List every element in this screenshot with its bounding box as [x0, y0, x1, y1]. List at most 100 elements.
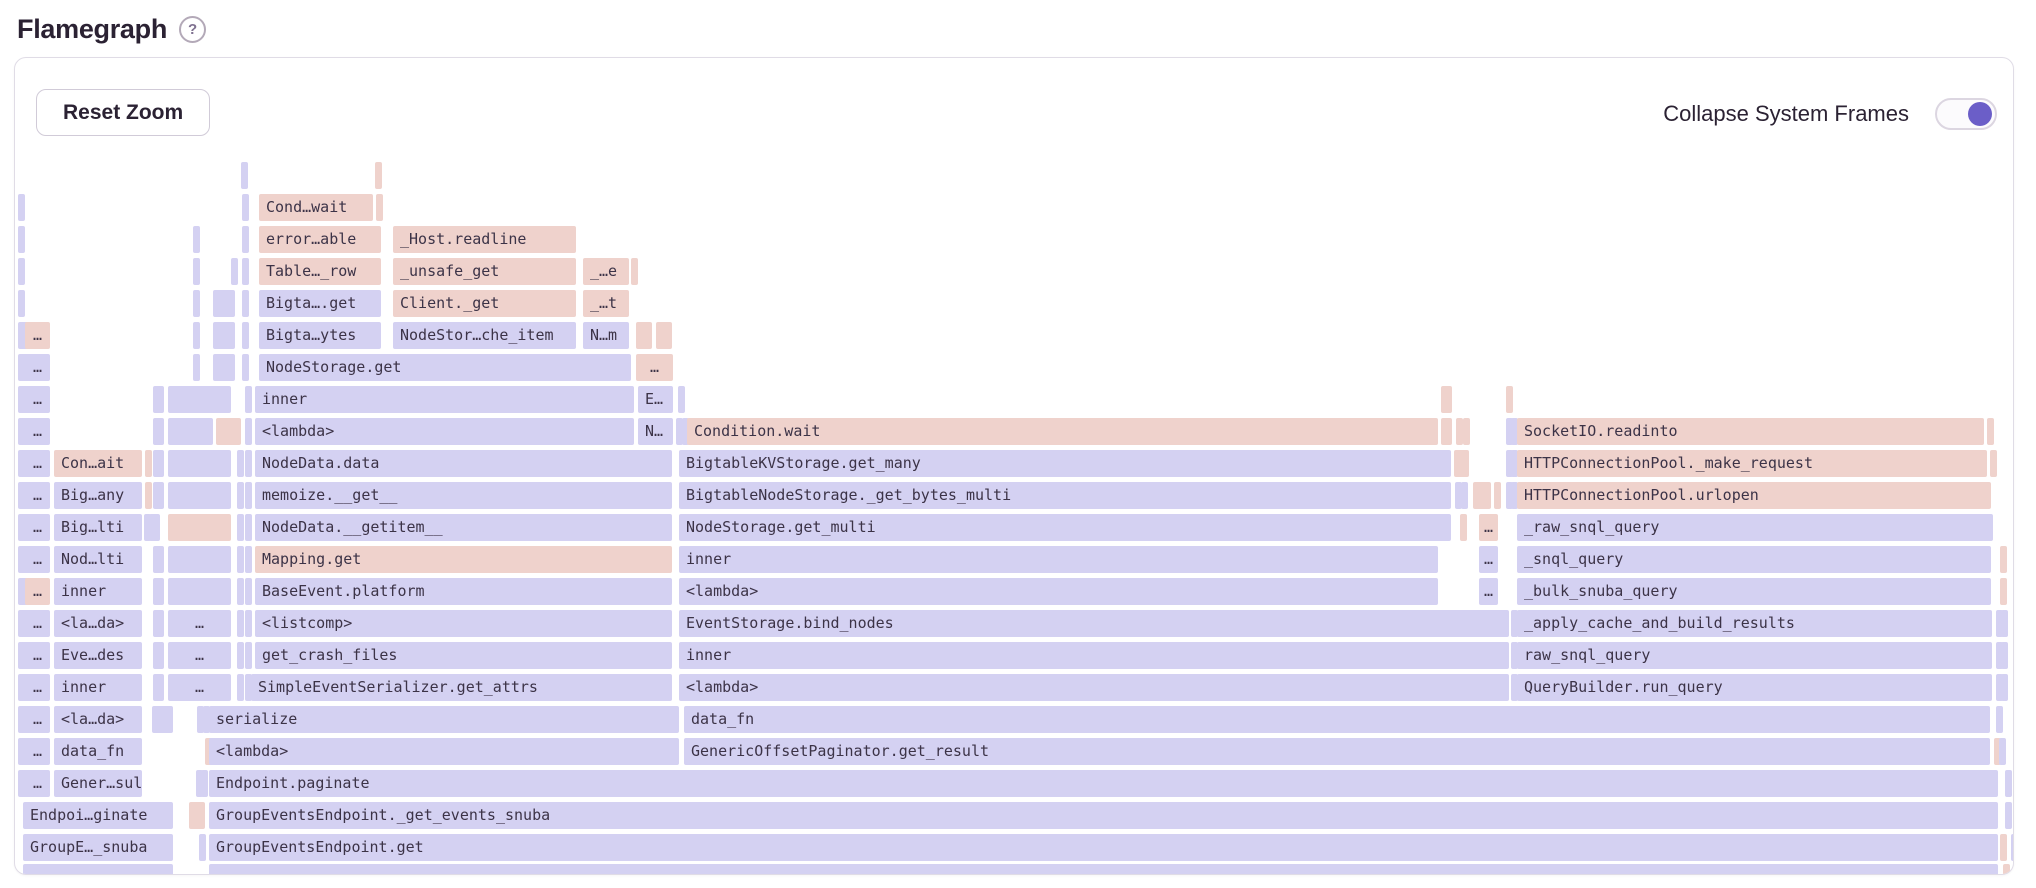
- flame-bar[interactable]: …: [1479, 514, 1498, 541]
- flame-bar[interactable]: [213, 354, 235, 381]
- flame-bar[interactable]: _raw_snql_query: [1517, 514, 1993, 541]
- flame-bar[interactable]: NodeData.__getitem__: [255, 514, 672, 541]
- help-icon[interactable]: ?: [179, 16, 206, 43]
- flame-bar[interactable]: [157, 546, 164, 573]
- flame-bar[interactable]: [245, 418, 252, 445]
- flame-bar[interactable]: [193, 354, 200, 381]
- flame-bar[interactable]: [193, 226, 200, 253]
- flame-bar[interactable]: [1441, 418, 1452, 445]
- flame-bar[interactable]: [242, 226, 249, 253]
- flame-bar[interactable]: QueryBuilder.run_query: [1517, 674, 1992, 701]
- flame-bar[interactable]: …: [25, 674, 50, 701]
- flame-bar[interactable]: NodeStorage.get: [259, 354, 631, 381]
- flame-bar[interactable]: [242, 194, 249, 221]
- flame-bar[interactable]: [1460, 514, 1467, 541]
- flame-bar[interactable]: Big…lti: [54, 514, 142, 541]
- flame-bar[interactable]: …: [168, 674, 231, 701]
- flame-bar[interactable]: [2011, 834, 2014, 861]
- flame-bar[interactable]: <lambda>: [255, 418, 634, 445]
- flame-bar[interactable]: [2001, 610, 2008, 637]
- flame-bar[interactable]: <la…da>: [54, 706, 142, 733]
- flame-bar[interactable]: BigtableKVStorage.get_many: [679, 450, 1451, 477]
- flame-bar[interactable]: [213, 322, 235, 349]
- flame-bar[interactable]: Condition.wait: [687, 418, 1438, 445]
- flame-bar[interactable]: [153, 514, 160, 541]
- flame-bar[interactable]: Con…ait: [54, 450, 142, 477]
- flame-bar[interactable]: [245, 450, 252, 477]
- flame-bar[interactable]: …: [25, 770, 50, 797]
- flame-bar[interactable]: [245, 578, 252, 605]
- flame-bar[interactable]: _…t: [583, 290, 629, 317]
- flame-bar[interactable]: [375, 162, 382, 189]
- flame-bar[interactable]: [18, 290, 25, 317]
- flame-bar[interactable]: [168, 578, 231, 605]
- flame-bar[interactable]: [2005, 802, 2012, 829]
- flame-bar[interactable]: [1441, 386, 1452, 413]
- flame-bar[interactable]: …: [25, 354, 50, 381]
- flame-bar[interactable]: E…: [638, 386, 673, 413]
- flame-bar[interactable]: SimpleEventSerializer.get_attrs: [251, 674, 672, 701]
- flame-bar[interactable]: [242, 290, 249, 317]
- flame-bar[interactable]: [145, 450, 152, 477]
- flame-bar[interactable]: [1990, 450, 1997, 477]
- flame-bar[interactable]: [245, 546, 252, 573]
- flame-bar[interactable]: …: [25, 482, 50, 509]
- flame-bar[interactable]: [1473, 482, 1491, 509]
- flame-bar[interactable]: inner: [54, 674, 142, 701]
- flame-bar[interactable]: Bigta….get: [259, 290, 381, 317]
- flame-bar[interactable]: _bulk_snuba_query: [1517, 578, 1991, 605]
- flame-bar[interactable]: BaseEvent.platform: [255, 578, 672, 605]
- flame-bar[interactable]: …: [25, 418, 50, 445]
- flame-bar[interactable]: data_fn: [54, 738, 142, 765]
- flame-bar[interactable]: SocketIO.readinto: [1517, 418, 1984, 445]
- flame-bar[interactable]: [157, 450, 164, 477]
- flame-bar[interactable]: …: [25, 450, 50, 477]
- flame-bar[interactable]: …: [25, 386, 50, 413]
- flame-bar[interactable]: [209, 864, 1998, 875]
- flame-bar[interactable]: Table…_row: [259, 258, 381, 285]
- flame-bar[interactable]: NodeData.data: [255, 450, 672, 477]
- flame-bar[interactable]: Nod…lti: [54, 546, 142, 573]
- flame-bar[interactable]: [237, 674, 244, 701]
- flame-bar[interactable]: HTTPConnectionPool._make_request: [1517, 450, 1987, 477]
- flame-bar[interactable]: [245, 642, 252, 669]
- flame-bar[interactable]: [2000, 578, 2007, 605]
- flame-bar[interactable]: HTTPConnectionPool.urlopen: [1517, 482, 1991, 509]
- flame-bar[interactable]: [1494, 482, 1501, 509]
- flame-bar[interactable]: [168, 546, 231, 573]
- flame-bar[interactable]: [245, 514, 252, 541]
- flame-bar[interactable]: …: [25, 738, 50, 765]
- flame-bar[interactable]: [157, 418, 164, 445]
- flame-bar[interactable]: serialize: [209, 706, 679, 733]
- flame-bar[interactable]: [201, 770, 208, 797]
- flame-bar[interactable]: inner: [679, 546, 1438, 573]
- flame-bar[interactable]: [168, 482, 231, 509]
- flame-bar[interactable]: …: [25, 546, 50, 573]
- flame-bar[interactable]: Endpoint.paginate: [209, 770, 1998, 797]
- flame-bar[interactable]: [216, 418, 241, 445]
- flame-bar[interactable]: [193, 290, 200, 317]
- flame-bar[interactable]: [636, 322, 652, 349]
- flamegraph-canvas[interactable]: Cond…waiterror…able_Host.readlineTable…_…: [15, 58, 2013, 874]
- flame-bar[interactable]: [199, 834, 206, 861]
- flame-bar[interactable]: data_fn: [684, 706, 1990, 733]
- flame-bar[interactable]: [237, 546, 244, 573]
- flame-bar[interactable]: …: [25, 578, 50, 605]
- flame-bar[interactable]: [242, 322, 249, 349]
- flame-bar[interactable]: Big…any: [54, 482, 142, 509]
- flame-bar[interactable]: [656, 322, 672, 349]
- flame-bar[interactable]: [157, 578, 164, 605]
- flame-bar[interactable]: GroupEventsEndpoint.get: [209, 834, 1998, 861]
- flame-bar[interactable]: [168, 450, 231, 477]
- flame-bar[interactable]: …: [25, 610, 50, 637]
- flame-bar[interactable]: [237, 450, 244, 477]
- flame-bar[interactable]: [168, 418, 213, 445]
- flame-bar[interactable]: [245, 482, 252, 509]
- flame-bar[interactable]: Eve…des: [54, 642, 142, 669]
- flame-bar[interactable]: [237, 482, 244, 509]
- flame-bar[interactable]: [1454, 450, 1469, 477]
- flame-bar[interactable]: [213, 290, 235, 317]
- flame-bar[interactable]: [245, 386, 252, 413]
- flame-bar[interactable]: inner: [679, 642, 1509, 669]
- flame-bar[interactable]: NodeStor…che_item: [393, 322, 576, 349]
